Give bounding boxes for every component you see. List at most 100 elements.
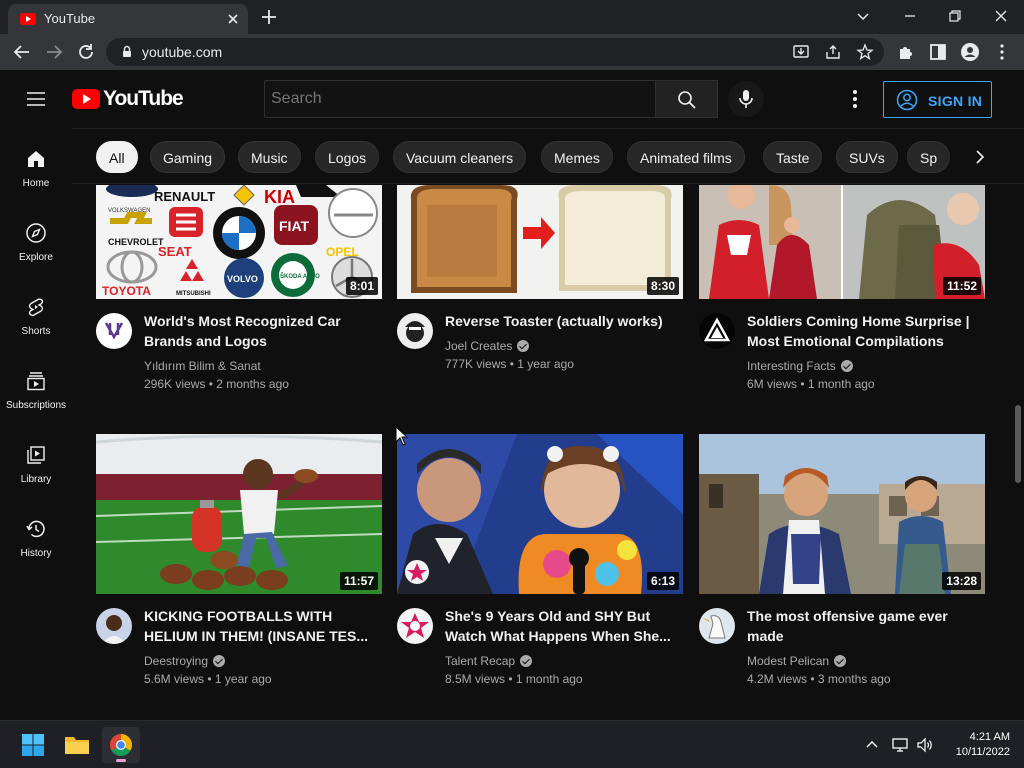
car-logo-label: SEAT [158, 244, 192, 259]
channel-name[interactable]: Modest Pelican [747, 654, 847, 668]
video-thumbnail[interactable]: 11:52 [699, 185, 985, 299]
video-card[interactable]: 11:52 Soldiers Coming Home Surprise | Mo… [699, 185, 985, 455]
sidebar-item-label: Explore [19, 252, 53, 263]
video-card[interactable]: RENAULT KIA VOLKSWAGEN FIAT CHEVROLET SE… [96, 185, 382, 455]
extensions-icon[interactable] [895, 41, 917, 63]
channel-name[interactable]: Joel Creates [445, 339, 530, 353]
taskbar-clock[interactable]: 4:21 AM 10/11/2022 [940, 730, 1010, 760]
share-icon[interactable] [824, 43, 842, 61]
video-card[interactable]: 13:28 The most offensive game ever made … [699, 434, 985, 704]
svg-text:KIA: KIA [264, 187, 295, 207]
car-logo-label: VOLVO [227, 274, 258, 284]
start-button[interactable] [14, 727, 52, 763]
chevron-right-icon[interactable] [970, 147, 990, 167]
chip-music[interactable]: Music [238, 141, 301, 173]
channel-avatar[interactable] [96, 313, 132, 349]
network-icon[interactable] [891, 736, 909, 754]
video-thumbnail[interactable]: 13:28 [699, 434, 985, 594]
sidebar-item-label: History [20, 548, 52, 559]
minimize-icon[interactable] [898, 4, 922, 28]
video-meta: 8.5M views • 1 month ago [445, 672, 583, 686]
sidebar-item-shorts[interactable]: Shorts [0, 276, 72, 350]
search-input[interactable] [265, 81, 655, 117]
channel-name[interactable]: Yıldırım Bilim & Sanat [144, 359, 261, 373]
browser-tab-strip: YouTube [0, 0, 1024, 34]
channel-avatar[interactable] [397, 608, 433, 644]
channel-name[interactable]: Interesting Facts [747, 359, 853, 373]
channel-name-text: Deestroying [144, 654, 209, 668]
profile-icon[interactable] [959, 41, 981, 63]
video-title[interactable]: Reverse Toaster (actually works) [445, 311, 677, 331]
channel-avatar[interactable] [96, 608, 132, 644]
close-tab-icon[interactable] [224, 10, 242, 28]
video-card[interactable]: 11:57 KICKING FOOTBALLS WITH HELIUM IN T… [96, 434, 382, 704]
car-logo-label: RENAULT [154, 189, 215, 204]
clock-date: 10/11/2022 [955, 746, 1010, 758]
voice-search-button[interactable] [728, 81, 764, 117]
video-thumbnail[interactable]: 6:13 [397, 434, 683, 594]
address-bar[interactable]: youtube.com [106, 38, 884, 66]
video-duration: 8:30 [646, 277, 679, 295]
back-icon[interactable] [11, 41, 33, 63]
toast-thumbnail-image [397, 185, 683, 299]
chip-gaming[interactable]: Gaming [150, 141, 226, 173]
clock-time: 4:21 AM [969, 731, 1010, 743]
sidebar-item-history[interactable]: History [0, 498, 72, 572]
video-title[interactable]: She's 9 Years Old and SHY But Watch What… [445, 606, 677, 646]
video-title[interactable]: The most offensive game ever made [747, 606, 979, 646]
reload-icon[interactable] [75, 41, 97, 63]
tab-search-chevron-icon[interactable] [851, 4, 875, 28]
video-title[interactable]: KICKING FOOTBALLS WITH HELIUM IN THEM! (… [144, 606, 376, 646]
chip-all[interactable]: All [96, 141, 138, 173]
video-thumbnail[interactable]: RENAULT KIA VOLKSWAGEN FIAT CHEVROLET SE… [96, 185, 382, 299]
browser-menu-icon[interactable] [991, 41, 1013, 63]
file-explorer-button[interactable] [58, 727, 96, 763]
sidebar-item-home[interactable]: Home [0, 128, 72, 202]
show-hidden-icons-chevron-icon[interactable] [863, 736, 881, 754]
verified-badge-icon [840, 360, 853, 372]
side-panel-icon[interactable] [927, 41, 949, 63]
volume-icon[interactable] [916, 736, 934, 754]
video-thumbnail[interactable]: 11:57 [96, 434, 382, 594]
restore-icon[interactable] [943, 4, 967, 28]
bookmark-star-icon[interactable] [856, 43, 874, 61]
lock-icon[interactable] [120, 45, 134, 59]
sidebar-item-label: Shorts [21, 326, 51, 337]
channel-avatar[interactable] [699, 313, 735, 349]
chrome-icon [110, 734, 132, 756]
forward-icon[interactable] [43, 41, 65, 63]
menu-icon[interactable] [25, 88, 47, 110]
chip-vacuum-cleaners[interactable]: Vacuum cleaners [393, 141, 527, 173]
video-thumbnail[interactable]: 8:30 [397, 185, 683, 299]
new-tab-icon[interactable] [258, 6, 280, 28]
sidebar-item-explore[interactable]: Explore [0, 202, 72, 276]
channel-name[interactable]: Deestroying [144, 654, 226, 668]
channel-avatar[interactable] [699, 608, 735, 644]
chip-animated-films[interactable]: Animated films [627, 141, 745, 173]
install-app-icon[interactable] [792, 43, 810, 61]
chip-suvs[interactable]: SUVs [836, 141, 898, 173]
video-card[interactable]: 6:13 She's 9 Years Old and SHY But Watch… [397, 434, 683, 704]
video-title[interactable]: World's Most Recognized Car Brands and L… [144, 311, 376, 351]
search-button[interactable] [656, 80, 718, 118]
chip-memes[interactable]: Memes [541, 141, 613, 173]
browser-tab[interactable]: YouTube [8, 4, 248, 34]
channel-name[interactable]: Talent Recap [445, 654, 533, 668]
settings-more-icon[interactable] [844, 87, 866, 111]
scrollbar-thumb[interactable] [1015, 405, 1021, 483]
mouse-cursor-icon [395, 426, 409, 446]
chrome-taskbar-button[interactable] [102, 727, 140, 763]
close-window-icon[interactable] [989, 4, 1013, 28]
chip-logos[interactable]: Logos [315, 141, 380, 173]
sign-in-button[interactable]: SIGN IN [883, 81, 992, 118]
car-logos-thumbnail-image: RENAULT KIA VOLKSWAGEN FIAT CHEVROLET SE… [96, 185, 382, 299]
video-title[interactable]: Soldiers Coming Home Surprise | Most Emo… [747, 311, 979, 351]
chip-taste[interactable]: Taste [763, 141, 823, 173]
channel-avatar[interactable] [397, 313, 433, 349]
compass-icon [25, 222, 47, 244]
page-scrollbar[interactable] [1012, 185, 1024, 720]
video-card[interactable]: 8:30 Reverse Toaster (actually works) Jo… [397, 185, 683, 455]
youtube-favicon-icon [20, 13, 36, 25]
sidebar-item-subscriptions[interactable]: Subscriptions [0, 350, 72, 424]
sidebar-item-library[interactable]: Library [0, 424, 72, 498]
